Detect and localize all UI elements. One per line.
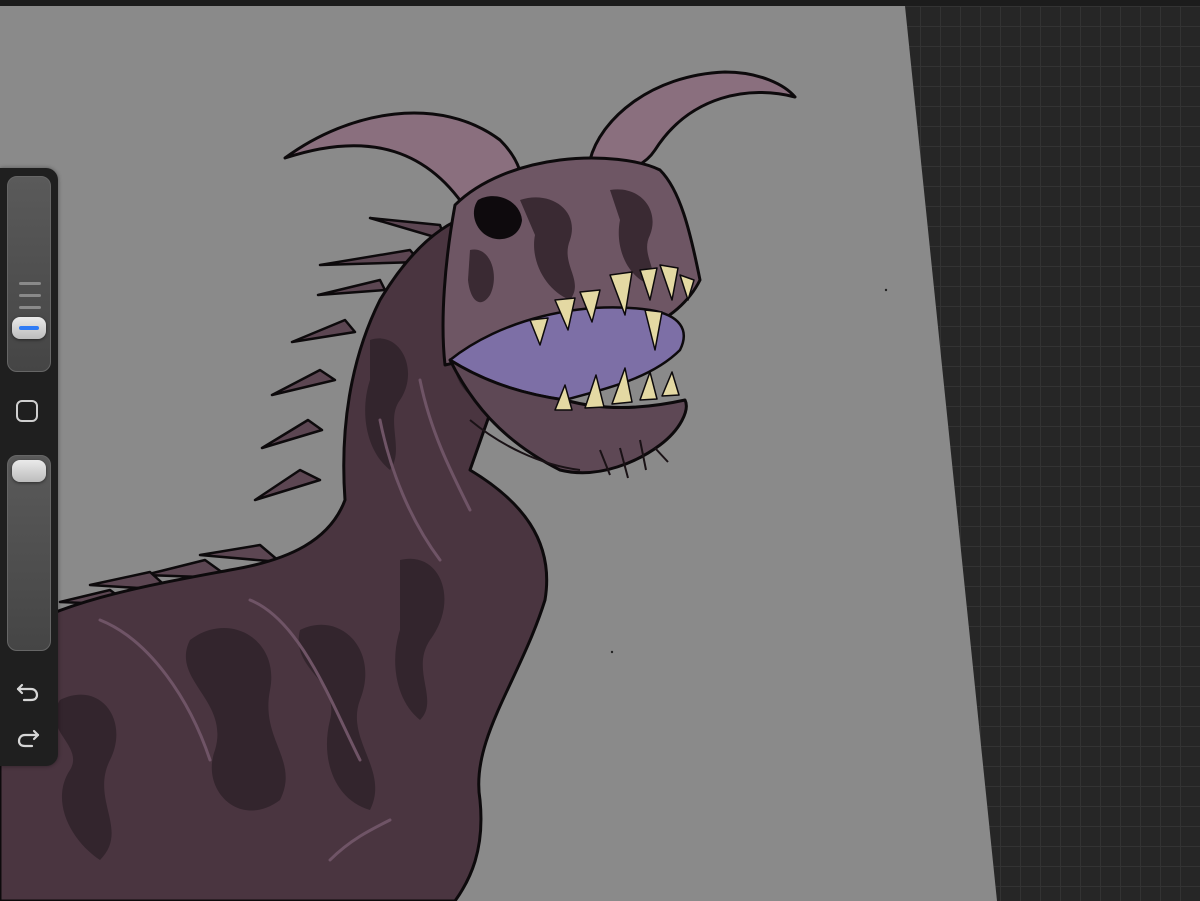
brush-opacity-slider[interactable] [7,455,51,651]
undo-button[interactable] [14,676,42,704]
slider-tick [19,306,41,309]
drawing-canvas[interactable] [0,0,1200,901]
redo-arrow-icon [17,729,40,748]
brush-size-thumb[interactable] [12,317,46,339]
left-toolbar [0,168,58,766]
brush-size-slider[interactable] [7,176,51,372]
stray-mark [884,288,888,292]
slider-tick [19,282,41,285]
active-indicator [19,326,39,330]
modifier-button[interactable] [16,400,38,422]
undo-arrow-icon [16,683,39,702]
slider-tick [19,294,41,297]
redo-button[interactable] [14,722,42,750]
stray-mark [610,650,614,654]
brush-opacity-thumb[interactable] [12,460,46,482]
